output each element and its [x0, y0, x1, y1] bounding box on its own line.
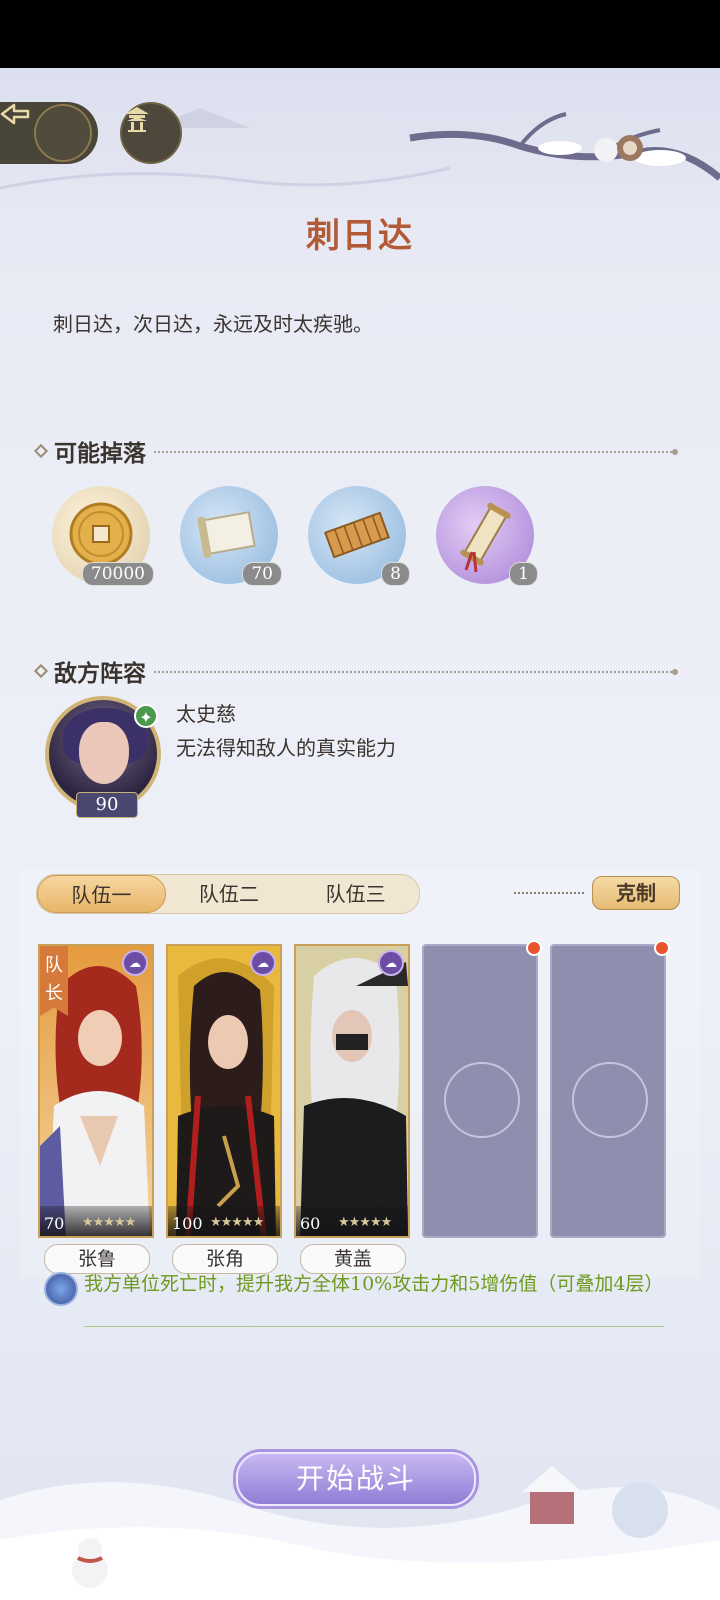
- drop-count: 70000: [81, 562, 154, 586]
- drop-count: 8: [381, 562, 410, 586]
- hero-level: 100: [172, 1214, 203, 1233]
- header-band: [0, 68, 720, 208]
- enemy-level: 90: [76, 792, 138, 818]
- faction-badge-icon: ✦: [134, 704, 158, 728]
- element-icon: ☁: [250, 950, 276, 976]
- hero-name-1: 张鲁: [44, 1244, 150, 1274]
- diamond-bullet-icon: [33, 443, 49, 459]
- notification-dot-icon: [526, 940, 542, 956]
- leader-badge: 队长: [40, 946, 68, 1016]
- diamond-bullet-icon: [33, 663, 49, 679]
- enemy-heading: 敌方阵容: [54, 660, 146, 687]
- team-buff-text: 我方单位死亡时，提升我方全体10%攻击力和5增伤值（可叠加4层）: [84, 1273, 664, 1295]
- winter-branch-decoration: [0, 108, 720, 190]
- hero-card-2[interactable]: ☁ 100 ★★★★★: [166, 944, 282, 1238]
- empty-slot-4[interactable]: [422, 940, 542, 1238]
- team-tabs: 队伍一 队伍二 队伍三: [36, 874, 420, 914]
- drops-heading: 可能掉落: [54, 440, 146, 467]
- drop-item-coin[interactable]: 70000: [52, 486, 154, 586]
- hero-level: 60: [300, 1214, 321, 1233]
- hero-stars: ★★★★★: [338, 1215, 392, 1230]
- hero-card-1[interactable]: 队长 ☁ 70 ★★★★★: [38, 944, 154, 1238]
- tab-team-1[interactable]: 队伍一: [37, 875, 166, 913]
- drop-item-bamboo-slip[interactable]: 8: [308, 486, 410, 586]
- drops-list: 70000 70 8 1: [52, 486, 538, 586]
- drops-section-header: 可能掉落: [33, 434, 678, 468]
- hero-stars: ★★★★★: [210, 1215, 264, 1230]
- empty-slot-emblem-icon: [572, 1062, 648, 1138]
- buff-divider: [84, 1326, 664, 1327]
- stage-screen: 刺日达 刺日达，次日达，永远及时太疾驰。 可能掉落 70000 70 8 1 敌…: [0, 68, 720, 1600]
- element-icon: ☁: [378, 950, 404, 976]
- hero-portrait: [168, 946, 280, 1236]
- stage-title: 刺日达: [306, 216, 414, 256]
- home-button[interactable]: [120, 102, 182, 164]
- drop-item-sealed-scroll[interactable]: 1: [436, 486, 538, 586]
- back-arrow-icon: [0, 103, 92, 162]
- pavilion-icon: [125, 107, 149, 132]
- empty-slot-emblem-icon: [444, 1062, 520, 1138]
- back-button[interactable]: [0, 102, 98, 164]
- hero-card-3[interactable]: ☁ 60 ★★★★★: [294, 944, 410, 1238]
- drop-item-scroll[interactable]: 70: [180, 486, 282, 586]
- section-divider: [154, 449, 678, 455]
- hero-name-2: 张角: [172, 1244, 278, 1274]
- enemy-name: 太史慈: [176, 702, 236, 726]
- drop-count: 70: [242, 562, 282, 586]
- empty-slot-5[interactable]: [550, 940, 670, 1238]
- notification-dot-icon: [654, 940, 670, 956]
- hero-stars: ★★★★★: [82, 1215, 136, 1230]
- drop-count: 1: [509, 562, 538, 586]
- section-divider: [154, 669, 678, 675]
- stage-description: 刺日达，次日达，永远及时太疾驰。: [53, 312, 373, 336]
- element-icon: ☁: [122, 950, 148, 976]
- hero-name-3: 黄盖: [300, 1244, 406, 1274]
- counter-button[interactable]: 克制: [592, 876, 680, 910]
- enemy-section-header: 敌方阵容: [33, 654, 678, 688]
- enemy-description: 无法得知敌人的真实能力: [176, 736, 396, 760]
- counter-divider: [514, 892, 584, 894]
- tab-team-2[interactable]: 队伍二: [166, 875, 293, 913]
- tab-team-3[interactable]: 队伍三: [292, 875, 419, 913]
- hero-portrait: [296, 946, 408, 1236]
- team-buff-icon[interactable]: [44, 1272, 78, 1306]
- hero-level: 70: [44, 1214, 65, 1233]
- start-battle-button[interactable]: 开始战斗: [236, 1452, 476, 1506]
